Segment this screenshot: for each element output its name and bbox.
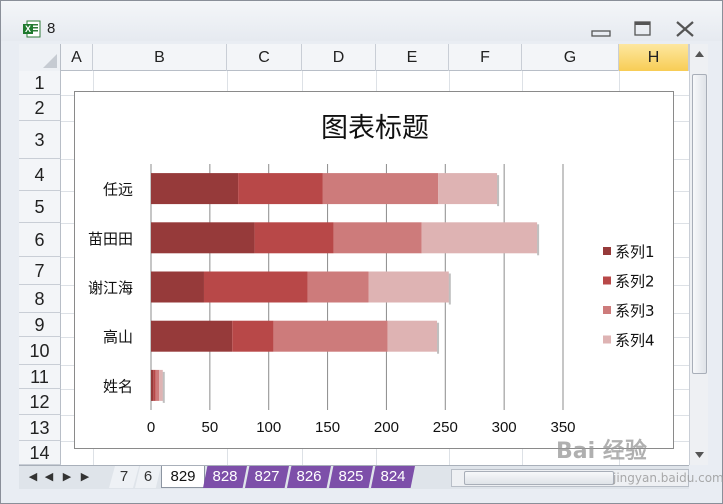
row-header-14[interactable]: 14 <box>19 441 61 465</box>
row-header-11[interactable]: 11 <box>19 365 61 389</box>
first-sheet-icon[interactable]: ◀ <box>25 469 41 485</box>
next-sheet-icon[interactable]: ▶ <box>59 469 75 485</box>
prev-sheet-icon[interactable]: ◀ <box>41 469 57 485</box>
column-header-b[interactable]: B <box>93 44 227 71</box>
bar-shadow <box>162 371 165 403</box>
column-header-c[interactable]: C <box>227 44 302 71</box>
chart-plot: 0 50 100 150 200 250 300 350任远苗田田谢江海高山姓名系列1系列2系… <box>88 164 655 436</box>
bar-1 <box>151 271 204 303</box>
bar-shadow <box>537 224 540 256</box>
bar-3 <box>155 369 160 401</box>
column-header-a[interactable]: A <box>61 44 93 71</box>
bar-4 <box>387 320 438 352</box>
last-sheet-icon[interactable]: ▶ <box>77 469 93 485</box>
column-header-row: A B C D E F G H <box>19 44 689 71</box>
excel-window: X 8 A B C D E F G H 1 2 3 4 5 6 7 8 9 10… <box>0 0 723 504</box>
column-header-e[interactable]: E <box>376 44 449 71</box>
x-tick-label: 150 <box>315 419 340 436</box>
x-tick-label: 300 <box>492 419 517 436</box>
x-tick-label: 0 <box>147 419 155 436</box>
category-label: 谢江海 <box>88 279 133 297</box>
row-header-4[interactable]: 4 <box>19 159 61 191</box>
bar-1 <box>151 222 255 254</box>
scroll-up-icon[interactable] <box>693 48 706 60</box>
watermark: Bai 经验 <box>556 439 647 464</box>
row-header-12[interactable]: 12 <box>19 389 61 415</box>
bar-3 <box>333 222 422 254</box>
x-tick-label: 200 <box>374 419 399 436</box>
bar-3 <box>322 173 439 205</box>
sheet-tab-829[interactable]: 829 <box>161 466 205 488</box>
bar-shadow <box>448 273 451 305</box>
bar-3 <box>307 271 369 303</box>
row-header-6[interactable]: 6 <box>19 223 61 257</box>
row-header-2[interactable]: 2 <box>19 95 61 121</box>
vertical-scroll-thumb[interactable] <box>692 74 707 374</box>
bar-shadow <box>497 175 500 207</box>
legend-label: 系列2 <box>615 273 655 291</box>
column-header-f[interactable]: F <box>449 44 522 71</box>
close-icon[interactable] <box>673 19 697 39</box>
window-title: 8 <box>47 20 56 37</box>
vertical-scrollbar[interactable] <box>689 44 708 465</box>
row-header-13[interactable]: 13 <box>19 415 61 441</box>
sheet-tab-825[interactable]: 825 <box>329 466 373 488</box>
row-header-9[interactable]: 9 <box>19 313 61 337</box>
row-header-8[interactable]: 8 <box>19 285 61 313</box>
sheet-tab-bar: ◀ ◀ ▶ ▶ 7 6 829 828 827 826 825 824 <box>19 465 689 489</box>
bar-2 <box>254 222 334 254</box>
sheet-tab-6[interactable]: 6 <box>135 466 161 488</box>
bar-1 <box>151 320 233 352</box>
minimize-icon[interactable] <box>589 19 613 39</box>
category-label: 姓名 <box>103 377 133 395</box>
legend-swatch-1 <box>603 247 611 255</box>
maximize-icon[interactable] <box>631 19 655 39</box>
legend-swatch-4 <box>603 335 611 344</box>
category-label: 苗田田 <box>88 230 133 248</box>
bar-4 <box>438 173 498 205</box>
category-label: 高山 <box>103 328 133 346</box>
x-tick-label: 250 <box>433 419 458 436</box>
legend-label: 系列3 <box>615 302 655 320</box>
scroll-down-icon[interactable] <box>693 449 706 461</box>
bar-2 <box>203 271 308 303</box>
row-header-7[interactable]: 7 <box>19 257 61 285</box>
bar-2 <box>153 369 156 401</box>
bar-4 <box>159 369 163 401</box>
sheet-tab-827[interactable]: 827 <box>245 466 289 488</box>
bar-4 <box>421 222 538 254</box>
row-header-1[interactable]: 1 <box>19 71 61 95</box>
bar-1 <box>151 369 154 401</box>
bar-chart[interactable]: 图表标题 0 50 100 150 200 250 300 350 任远 苗田田 谢江海 高山 姓名 系列… <box>74 91 674 449</box>
category-label: 任远 <box>103 181 133 199</box>
horizontal-scroll-thumb[interactable] <box>464 471 614 485</box>
row-header-10[interactable]: 10 <box>19 337 61 365</box>
svg-text:X: X <box>25 24 31 34</box>
bar-2 <box>238 173 323 205</box>
bar-shadow <box>437 322 440 354</box>
legend-swatch-2 <box>603 276 611 285</box>
legend-label: 系列4 <box>615 332 655 350</box>
column-header-h[interactable]: H <box>619 44 689 71</box>
bar-3 <box>273 320 388 352</box>
bar-4 <box>368 271 449 303</box>
watermark-url: jingyan.baidu.com <box>613 471 723 485</box>
sheet-tab-826[interactable]: 826 <box>287 466 331 488</box>
select-all-corner[interactable] <box>19 44 61 71</box>
bar-2 <box>232 320 274 352</box>
title-bar: X 8 <box>1 1 722 41</box>
x-tick-label: 100 <box>256 419 281 436</box>
x-tick-label: 50 <box>202 419 219 436</box>
sheet-tab-824[interactable]: 824 <box>371 466 415 488</box>
excel-icon: X <box>23 20 41 38</box>
row-header-5[interactable]: 5 <box>19 191 61 223</box>
column-header-d[interactable]: D <box>302 44 376 71</box>
sheet-tab-7[interactable]: 7 <box>109 466 139 488</box>
sheet-tab-828[interactable]: 828 <box>203 466 247 488</box>
legend-label: 系列1 <box>615 243 655 261</box>
column-header-g[interactable]: G <box>522 44 619 71</box>
legend-swatch-3 <box>603 306 611 314</box>
row-header-3[interactable]: 3 <box>19 121 61 159</box>
bar-1 <box>151 173 239 205</box>
